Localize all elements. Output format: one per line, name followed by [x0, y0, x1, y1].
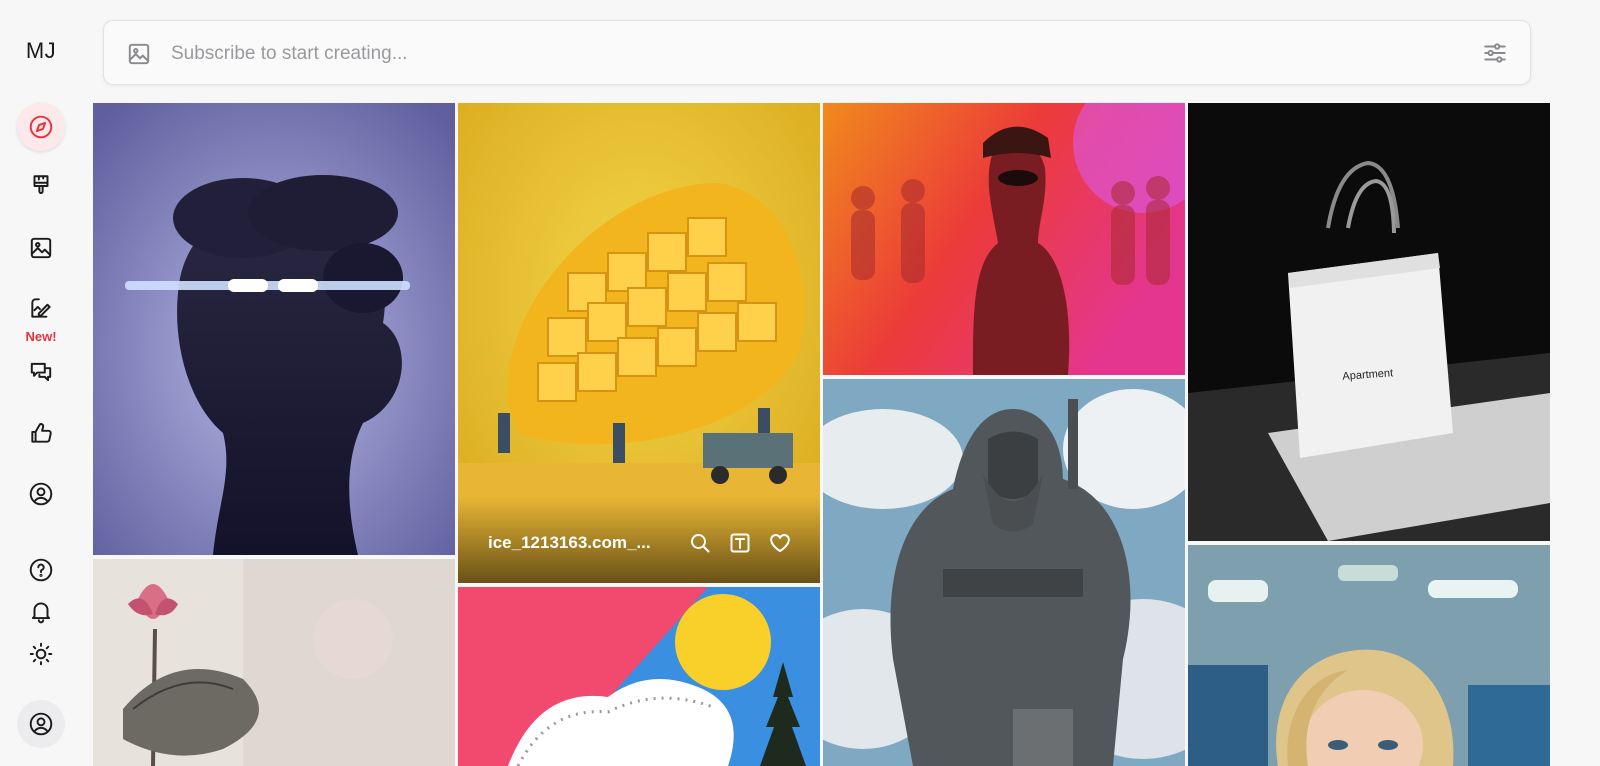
colorful-geometric-image	[458, 587, 820, 766]
nav-organize[interactable]	[17, 224, 65, 272]
thumbs-up-icon	[31, 423, 52, 443]
theme-toggle[interactable]	[17, 630, 65, 678]
lotus-painting-image	[93, 559, 455, 766]
edit-image-icon	[31, 298, 51, 318]
stone-warrior-statue-image	[823, 379, 1185, 766]
gallery-tile-sunglasses-woman[interactable]	[823, 103, 1185, 375]
nav-notifications[interactable]	[17, 587, 65, 635]
text-prompt-icon[interactable]	[728, 531, 752, 555]
new-badge: New!	[25, 329, 57, 344]
image-upload-icon[interactable]	[126, 41, 152, 67]
prompt-bar	[103, 20, 1531, 85]
nav-explore[interactable]	[17, 103, 65, 151]
nav-edit[interactable]	[17, 284, 65, 332]
gallery-tile-stone-warrior-statue[interactable]	[823, 379, 1185, 766]
nav-chat[interactable]	[17, 348, 65, 396]
chat-icon	[30, 362, 52, 382]
nav-profile[interactable]	[17, 700, 65, 748]
user-circle-icon	[29, 482, 53, 506]
abstract-head-image	[93, 103, 455, 555]
image-icon	[30, 237, 52, 259]
nav-personalize[interactable]	[17, 470, 65, 518]
gallery-tile-shopping-bag[interactable]: Apartment	[1188, 103, 1550, 541]
avatar-icon	[29, 712, 53, 736]
gallery-tile-lotus-painting[interactable]	[93, 559, 455, 766]
nav-rank[interactable]	[17, 409, 65, 457]
sunglasses-woman-image	[823, 103, 1185, 375]
creator-username[interactable]: ice_1213163.com_...	[488, 533, 658, 553]
search-icon[interactable]	[688, 531, 712, 555]
blonde-woman-office-image	[1188, 545, 1550, 766]
sun-icon	[29, 642, 53, 666]
sliders-icon[interactable]	[1482, 40, 1508, 66]
help-icon	[29, 558, 53, 582]
bell-icon	[31, 602, 51, 624]
heart-icon[interactable]	[768, 531, 792, 555]
prompt-input[interactable]	[169, 35, 1433, 73]
gallery-tile-blonde-woman-office[interactable]	[1188, 545, 1550, 766]
nav-create[interactable]	[17, 162, 65, 210]
gallery-tile-colorful-geometric[interactable]	[458, 587, 820, 766]
logo[interactable]: MJ	[0, 38, 82, 64]
gallery-tile-abstract-head[interactable]	[93, 103, 455, 555]
shopping-bag-image: Apartment	[1188, 103, 1550, 541]
paintbrush-icon	[33, 175, 49, 194]
tile-hover-overlay: ice_1213163.com_...	[458, 497, 820, 583]
gallery-tile-mango-miniature[interactable]: ice_1213163.com_...	[458, 103, 820, 583]
compass-icon	[29, 115, 53, 139]
sidebar: MJ New!	[0, 0, 82, 766]
